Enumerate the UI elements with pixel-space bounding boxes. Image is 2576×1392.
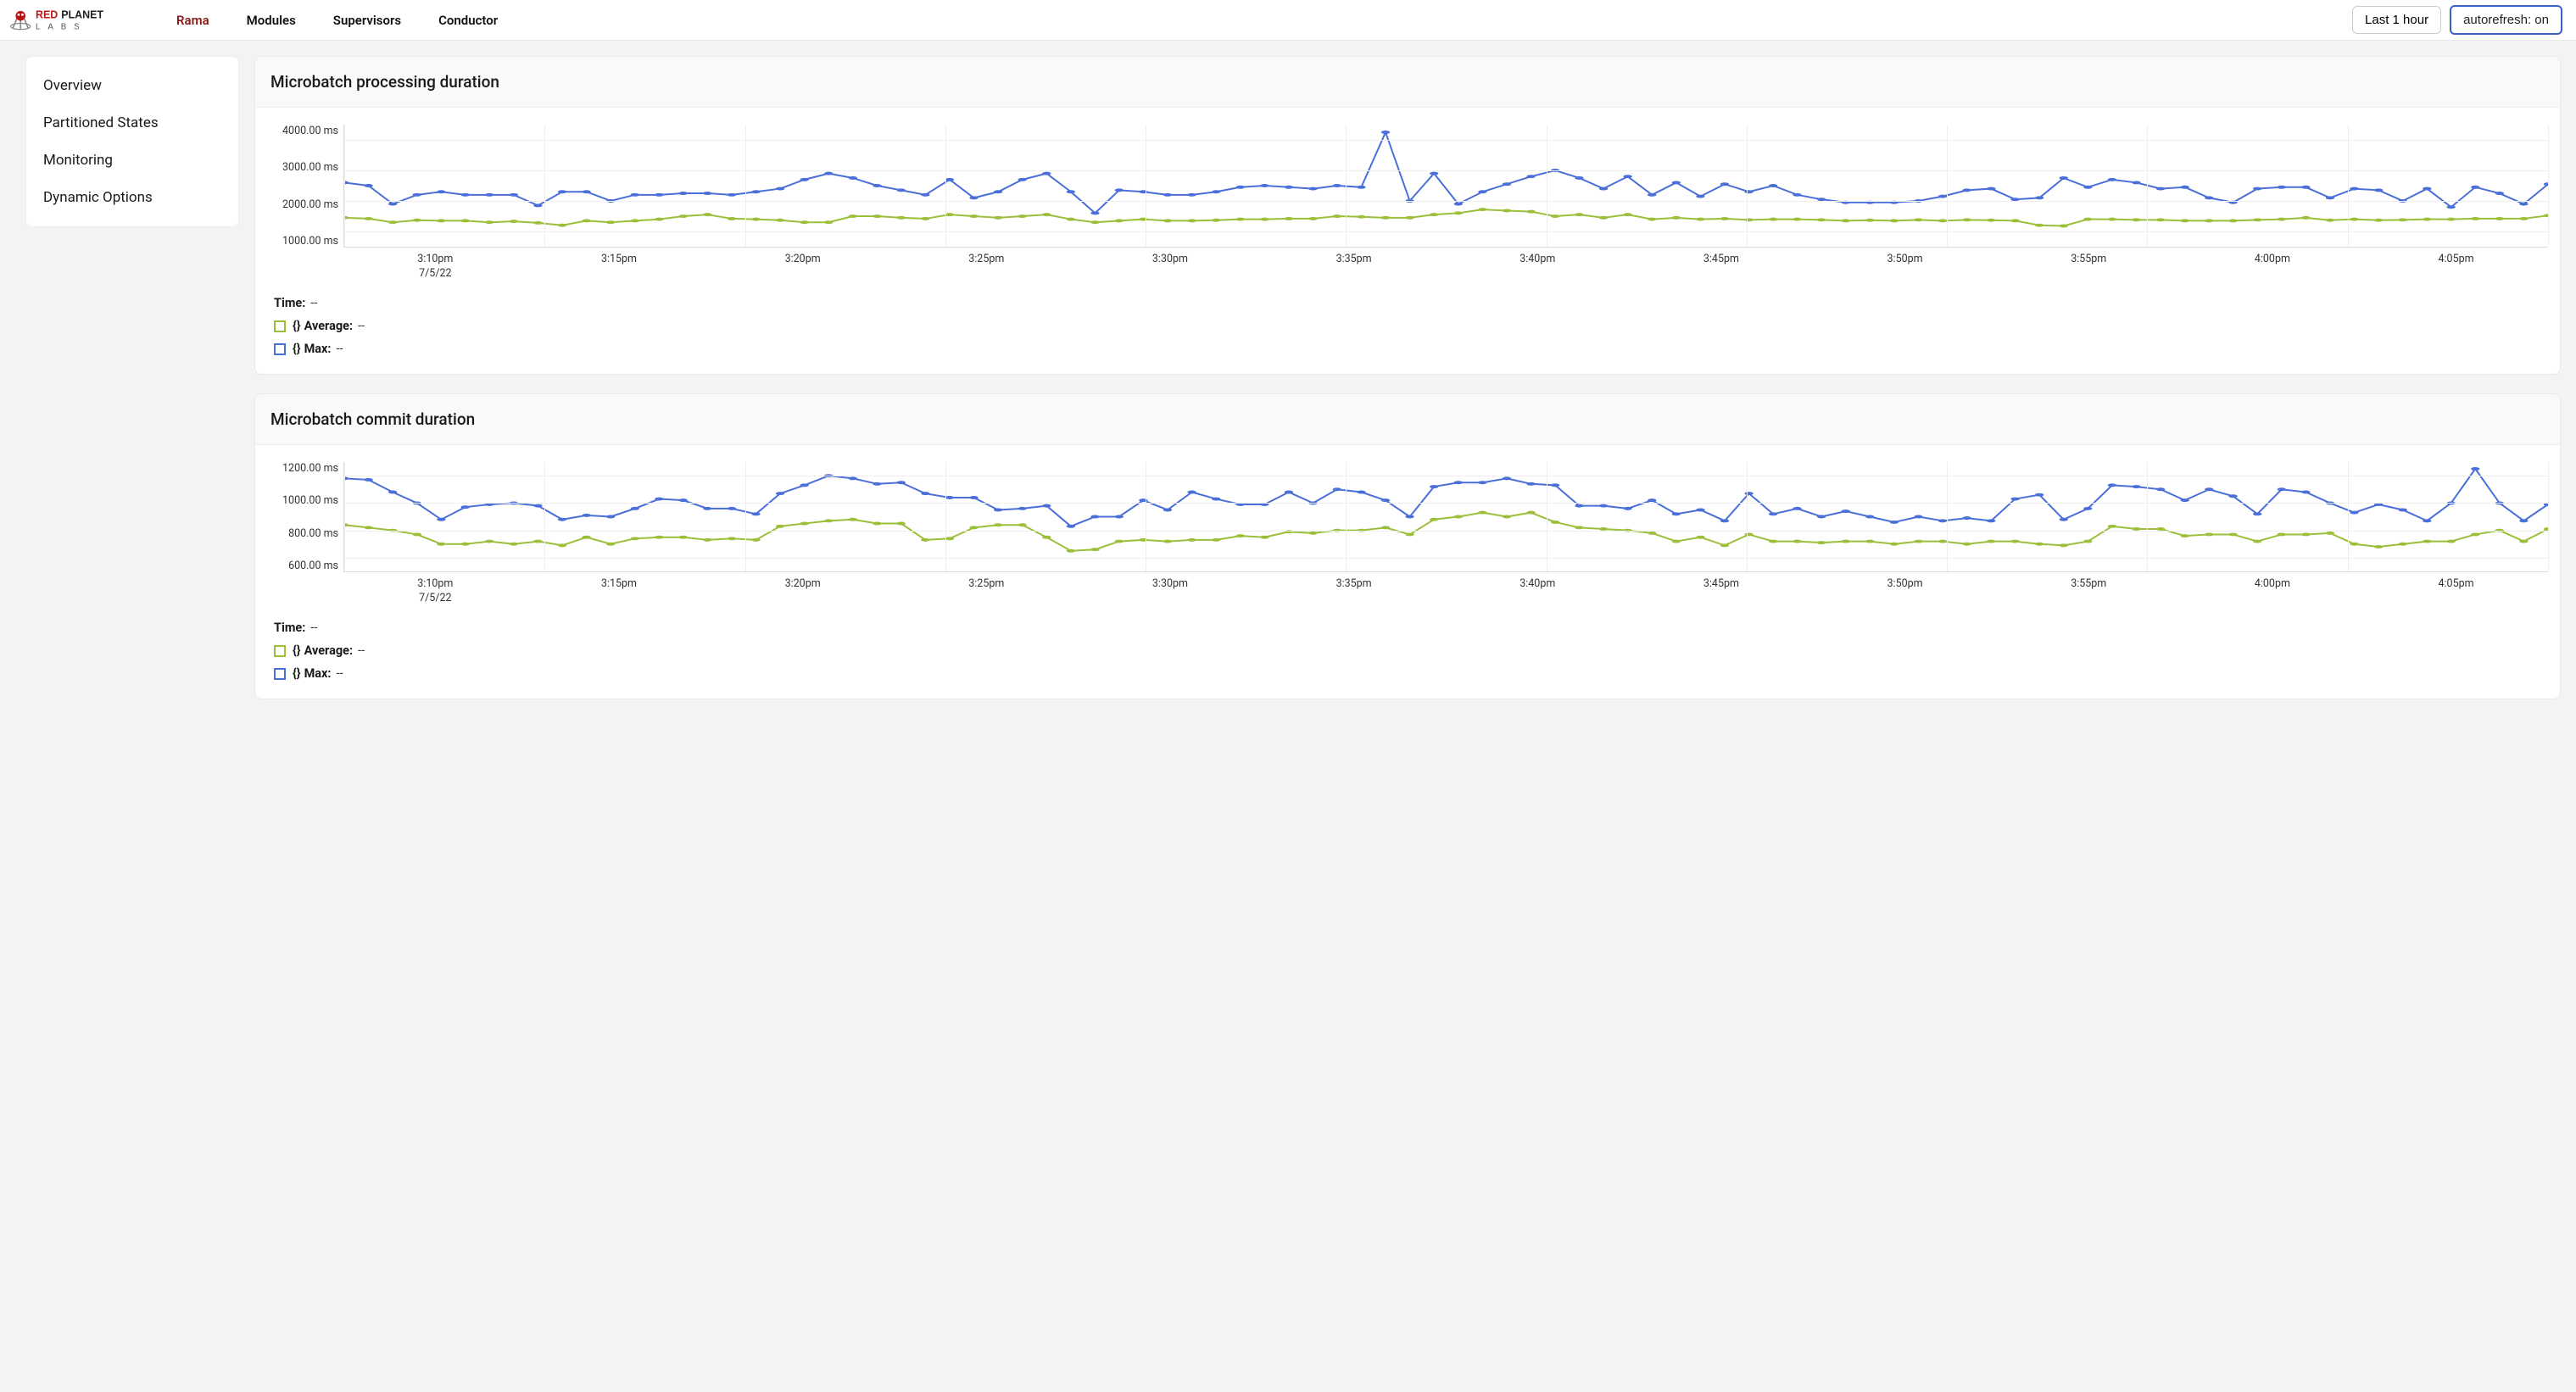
nav: RamaModulesSupervisorsConductor bbox=[158, 13, 516, 28]
x-tick: 3:20pm bbox=[711, 253, 895, 280]
svg-text:PLANET: PLANET bbox=[61, 8, 103, 20]
y-tick: 4000.00 ms bbox=[282, 125, 338, 137]
sidebar-item-monitoring[interactable]: Monitoring bbox=[26, 142, 238, 179]
x-tick: 4:00pm bbox=[2181, 577, 2365, 604]
x-tick: 3:10pm7/5/22 bbox=[343, 253, 527, 280]
y-tick: 1000.00 ms bbox=[282, 235, 338, 248]
nav-item-rama[interactable]: Rama bbox=[158, 13, 228, 28]
x-tick: 4:05pm bbox=[2364, 253, 2548, 280]
x-tick: 3:55pm bbox=[1997, 253, 2181, 280]
x-tick: 3:50pm bbox=[1813, 253, 1997, 280]
legend-time: Time: -- bbox=[274, 616, 2541, 639]
legend-swatch-icon bbox=[274, 343, 286, 355]
x-tick: 3:40pm bbox=[1446, 253, 1630, 280]
x-tick: 3:20pm bbox=[711, 577, 895, 604]
x-tick: 3:15pm bbox=[527, 577, 711, 604]
y-tick: 800.00 ms bbox=[288, 527, 338, 540]
chart-title: Microbatch processing duration bbox=[255, 57, 2560, 108]
sidebar: OverviewPartitioned StatesMonitoringDyna… bbox=[25, 56, 239, 227]
nav-item-modules[interactable]: Modules bbox=[228, 13, 315, 28]
chart-legend: Time: -- {} Average: -- {} Max: -- bbox=[267, 280, 2548, 365]
legend-max[interactable]: {} Max: -- bbox=[274, 337, 2541, 360]
x-tick: 3:45pm bbox=[1630, 577, 1814, 604]
x-tick: 4:05pm bbox=[2364, 577, 2548, 604]
chart-plot[interactable] bbox=[343, 125, 2548, 248]
legend-swatch-icon bbox=[274, 320, 286, 332]
y-tick: 1000.00 ms bbox=[282, 494, 338, 507]
timerange-selector[interactable]: Last 1 hour bbox=[2352, 6, 2441, 34]
svg-text:LABS: LABS bbox=[36, 22, 87, 31]
nav-item-supervisors[interactable]: Supervisors bbox=[315, 13, 420, 28]
legend-swatch-icon bbox=[274, 645, 286, 657]
y-tick: 600.00 ms bbox=[288, 560, 338, 572]
x-tick: 3:10pm7/5/22 bbox=[343, 577, 527, 604]
x-tick: 3:50pm bbox=[1813, 577, 1997, 604]
legend-max[interactable]: {} Max: -- bbox=[274, 662, 2541, 685]
sidebar-item-partitioned-states[interactable]: Partitioned States bbox=[26, 104, 238, 142]
y-tick: 3000.00 ms bbox=[282, 161, 338, 174]
y-tick: 2000.00 ms bbox=[282, 198, 338, 211]
sidebar-item-dynamic-options[interactable]: Dynamic Options bbox=[26, 179, 238, 216]
x-tick: 3:40pm bbox=[1446, 577, 1630, 604]
chart-plot[interactable] bbox=[343, 462, 2548, 572]
x-tick: 3:30pm bbox=[1079, 253, 1263, 280]
x-tick: 3:30pm bbox=[1079, 577, 1263, 604]
x-tick: 3:55pm bbox=[1997, 577, 2181, 604]
x-tick: 3:35pm bbox=[1262, 577, 1446, 604]
x-tick: 3:35pm bbox=[1262, 253, 1446, 280]
chart-legend: Time: -- {} Average: -- {} Max: -- bbox=[267, 604, 2548, 690]
content: Microbatch processing duration 4000.00 ms… bbox=[254, 56, 2561, 699]
chart-card-commit: Microbatch commit duration 1200.00 ms 1000… bbox=[254, 393, 2561, 699]
sidebar-item-overview[interactable]: Overview bbox=[26, 67, 238, 104]
chart-title: Microbatch commit duration bbox=[255, 394, 2560, 445]
legend-time: Time: -- bbox=[274, 292, 2541, 315]
topbar: RED PLANET LABS RamaModulesSupervisorsCo… bbox=[0, 0, 2576, 41]
x-tick: 3:25pm bbox=[895, 577, 1079, 604]
autorefresh-toggle[interactable]: autorefresh: on bbox=[2450, 5, 2562, 35]
x-tick: 4:00pm bbox=[2181, 253, 2365, 280]
legend-average[interactable]: {} Average: -- bbox=[274, 639, 2541, 662]
x-tick: 3:15pm bbox=[527, 253, 711, 280]
chart-card-processing: Microbatch processing duration 4000.00 ms… bbox=[254, 56, 2561, 375]
nav-item-conductor[interactable]: Conductor bbox=[420, 13, 516, 28]
x-tick: 3:25pm bbox=[895, 253, 1079, 280]
svg-text:RED: RED bbox=[36, 8, 58, 20]
y-tick: 1200.00 ms bbox=[282, 462, 338, 475]
brand-logo[interactable]: RED PLANET LABS bbox=[8, 6, 144, 35]
x-tick: 3:45pm bbox=[1630, 253, 1814, 280]
legend-average[interactable]: {} Average: -- bbox=[274, 315, 2541, 337]
legend-swatch-icon bbox=[274, 668, 286, 680]
